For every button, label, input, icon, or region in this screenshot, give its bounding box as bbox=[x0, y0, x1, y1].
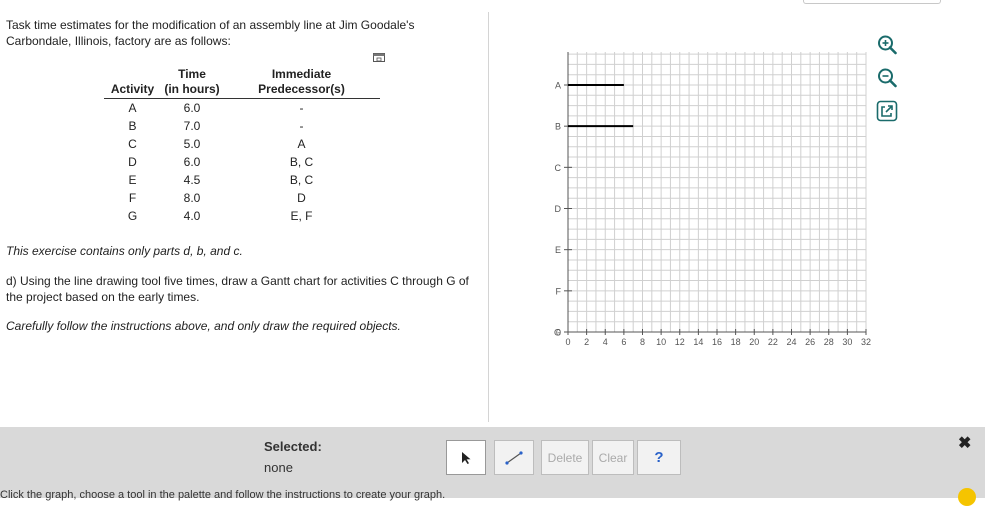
delete-button[interactable]: Delete bbox=[541, 440, 589, 475]
follow-instructions: Carefully follow the instructions above,… bbox=[6, 319, 401, 333]
cursor-arrow-icon bbox=[462, 451, 471, 464]
x-tick-label: 26 bbox=[805, 337, 815, 347]
cell-time: 5.0 bbox=[183, 137, 201, 151]
x-tick-label: 30 bbox=[842, 337, 852, 347]
cell-time: 8.0 bbox=[183, 191, 201, 205]
x-tick-label: 8 bbox=[640, 337, 645, 347]
table-row: E 4.5 B, C bbox=[104, 171, 380, 189]
cell-pred: B, C bbox=[289, 155, 314, 169]
x-tick-label: 12 bbox=[675, 337, 685, 347]
x-tick-label: 2 bbox=[584, 337, 589, 347]
cell-pred: E, F bbox=[290, 209, 313, 223]
table-expand-icon[interactable] bbox=[373, 53, 385, 63]
x-tick-label: 20 bbox=[749, 337, 759, 347]
zoom-out-icon[interactable] bbox=[875, 66, 899, 90]
cell-activity: D bbox=[128, 155, 137, 169]
graph-side-tools bbox=[875, 33, 899, 132]
cell-activity: F bbox=[128, 191, 137, 205]
selected-label: Selected: bbox=[264, 439, 322, 454]
y-tick-label: E bbox=[555, 245, 561, 255]
col-header-pred-1: Immediate bbox=[271, 67, 332, 81]
part-d-instructions: d) Using the line drawing tool five time… bbox=[6, 274, 469, 304]
x-tick-label: 14 bbox=[693, 337, 703, 347]
table-row: C 5.0 A bbox=[104, 135, 380, 153]
problem-panel: Task time estimates for the modification… bbox=[0, 0, 488, 427]
clear-button[interactable]: Clear bbox=[592, 440, 634, 475]
line-tool-button[interactable] bbox=[494, 440, 534, 475]
x-tick-label: 28 bbox=[824, 337, 834, 347]
table-row: F 8.0 D bbox=[104, 189, 380, 207]
col-header-time-1: Time bbox=[178, 67, 206, 81]
cell-pred: A bbox=[297, 137, 306, 151]
cell-activity: G bbox=[127, 209, 138, 223]
col-header-pred-2: Predecessor(s) bbox=[223, 82, 380, 99]
cell-pred: B, C bbox=[289, 173, 314, 187]
gantt-graph[interactable]: ABCDEFG00 2 4 6 8 10 12 14 16 18 20 22 24 26 28 30 32 bbox=[548, 50, 878, 355]
exercise-note: This exercise contains only parts d, b, … bbox=[6, 244, 243, 258]
x-tick-label: 24 bbox=[786, 337, 796, 347]
x-tick-label: 18 bbox=[731, 337, 741, 347]
cell-activity: E bbox=[128, 173, 137, 187]
selected-value: none bbox=[264, 460, 293, 475]
y-tick-label: F bbox=[556, 286, 562, 296]
cell-pred: - bbox=[299, 101, 304, 115]
cell-time: 6.0 bbox=[183, 155, 201, 169]
cell-time: 6.0 bbox=[183, 101, 201, 115]
col-header-time-2: (in hours) bbox=[161, 82, 223, 99]
line-draw-icon bbox=[505, 450, 523, 465]
x-tick-label: 4 bbox=[603, 337, 608, 347]
table-row: D 6.0 B, C bbox=[104, 153, 380, 171]
col-header-activity: Activity bbox=[104, 82, 161, 99]
open-external-icon[interactable] bbox=[875, 99, 899, 123]
footer-instructions: Click the graph, choose a tool in the pa… bbox=[0, 489, 446, 501]
panel-divider bbox=[488, 12, 489, 422]
y-tick-label: A bbox=[555, 81, 561, 91]
table-row: G 4.0 E, F bbox=[104, 207, 380, 225]
x-tick-label: 10 bbox=[656, 337, 666, 347]
y-tick-label: B bbox=[555, 122, 561, 132]
pointer-tool-button[interactable] bbox=[446, 440, 486, 475]
graph-toolbar: Selected: none Delete Clear ? ✖ bbox=[0, 427, 985, 498]
footer-help-icon[interactable] bbox=[958, 488, 976, 506]
cell-activity: B bbox=[128, 119, 137, 133]
top-toolbar-fragment bbox=[803, 0, 941, 4]
zoom-in-icon[interactable] bbox=[875, 33, 899, 57]
y-tick-label: C bbox=[555, 163, 562, 173]
cell-activity: C bbox=[128, 137, 137, 151]
table-row: B 7.0 - bbox=[104, 117, 380, 135]
x-tick-label: 16 bbox=[712, 337, 722, 347]
table-row: A 6.0 - bbox=[104, 99, 380, 118]
cell-activity: A bbox=[128, 101, 137, 115]
close-icon[interactable]: ✖ bbox=[958, 433, 971, 453]
x-tick-label: 32 bbox=[861, 337, 871, 347]
cell-pred: D bbox=[297, 191, 306, 205]
x-tick-label: 0 bbox=[565, 337, 570, 347]
col-header-activity-blank bbox=[104, 67, 161, 82]
cell-pred: - bbox=[299, 119, 304, 133]
y-tick-label: D bbox=[555, 204, 562, 214]
x-tick-label: 22 bbox=[768, 337, 778, 347]
cell-time: 4.0 bbox=[183, 209, 201, 223]
cell-time: 7.0 bbox=[183, 119, 201, 133]
help-button[interactable]: ? bbox=[637, 440, 681, 475]
cell-time: 4.5 bbox=[183, 173, 201, 187]
y-tick-label: 0 bbox=[556, 328, 561, 338]
problem-intro: Task time estimates for the modification… bbox=[6, 18, 415, 48]
x-tick-label: 6 bbox=[621, 337, 626, 347]
task-table: Time Immediate Activity (in hours) Prede… bbox=[104, 67, 380, 225]
